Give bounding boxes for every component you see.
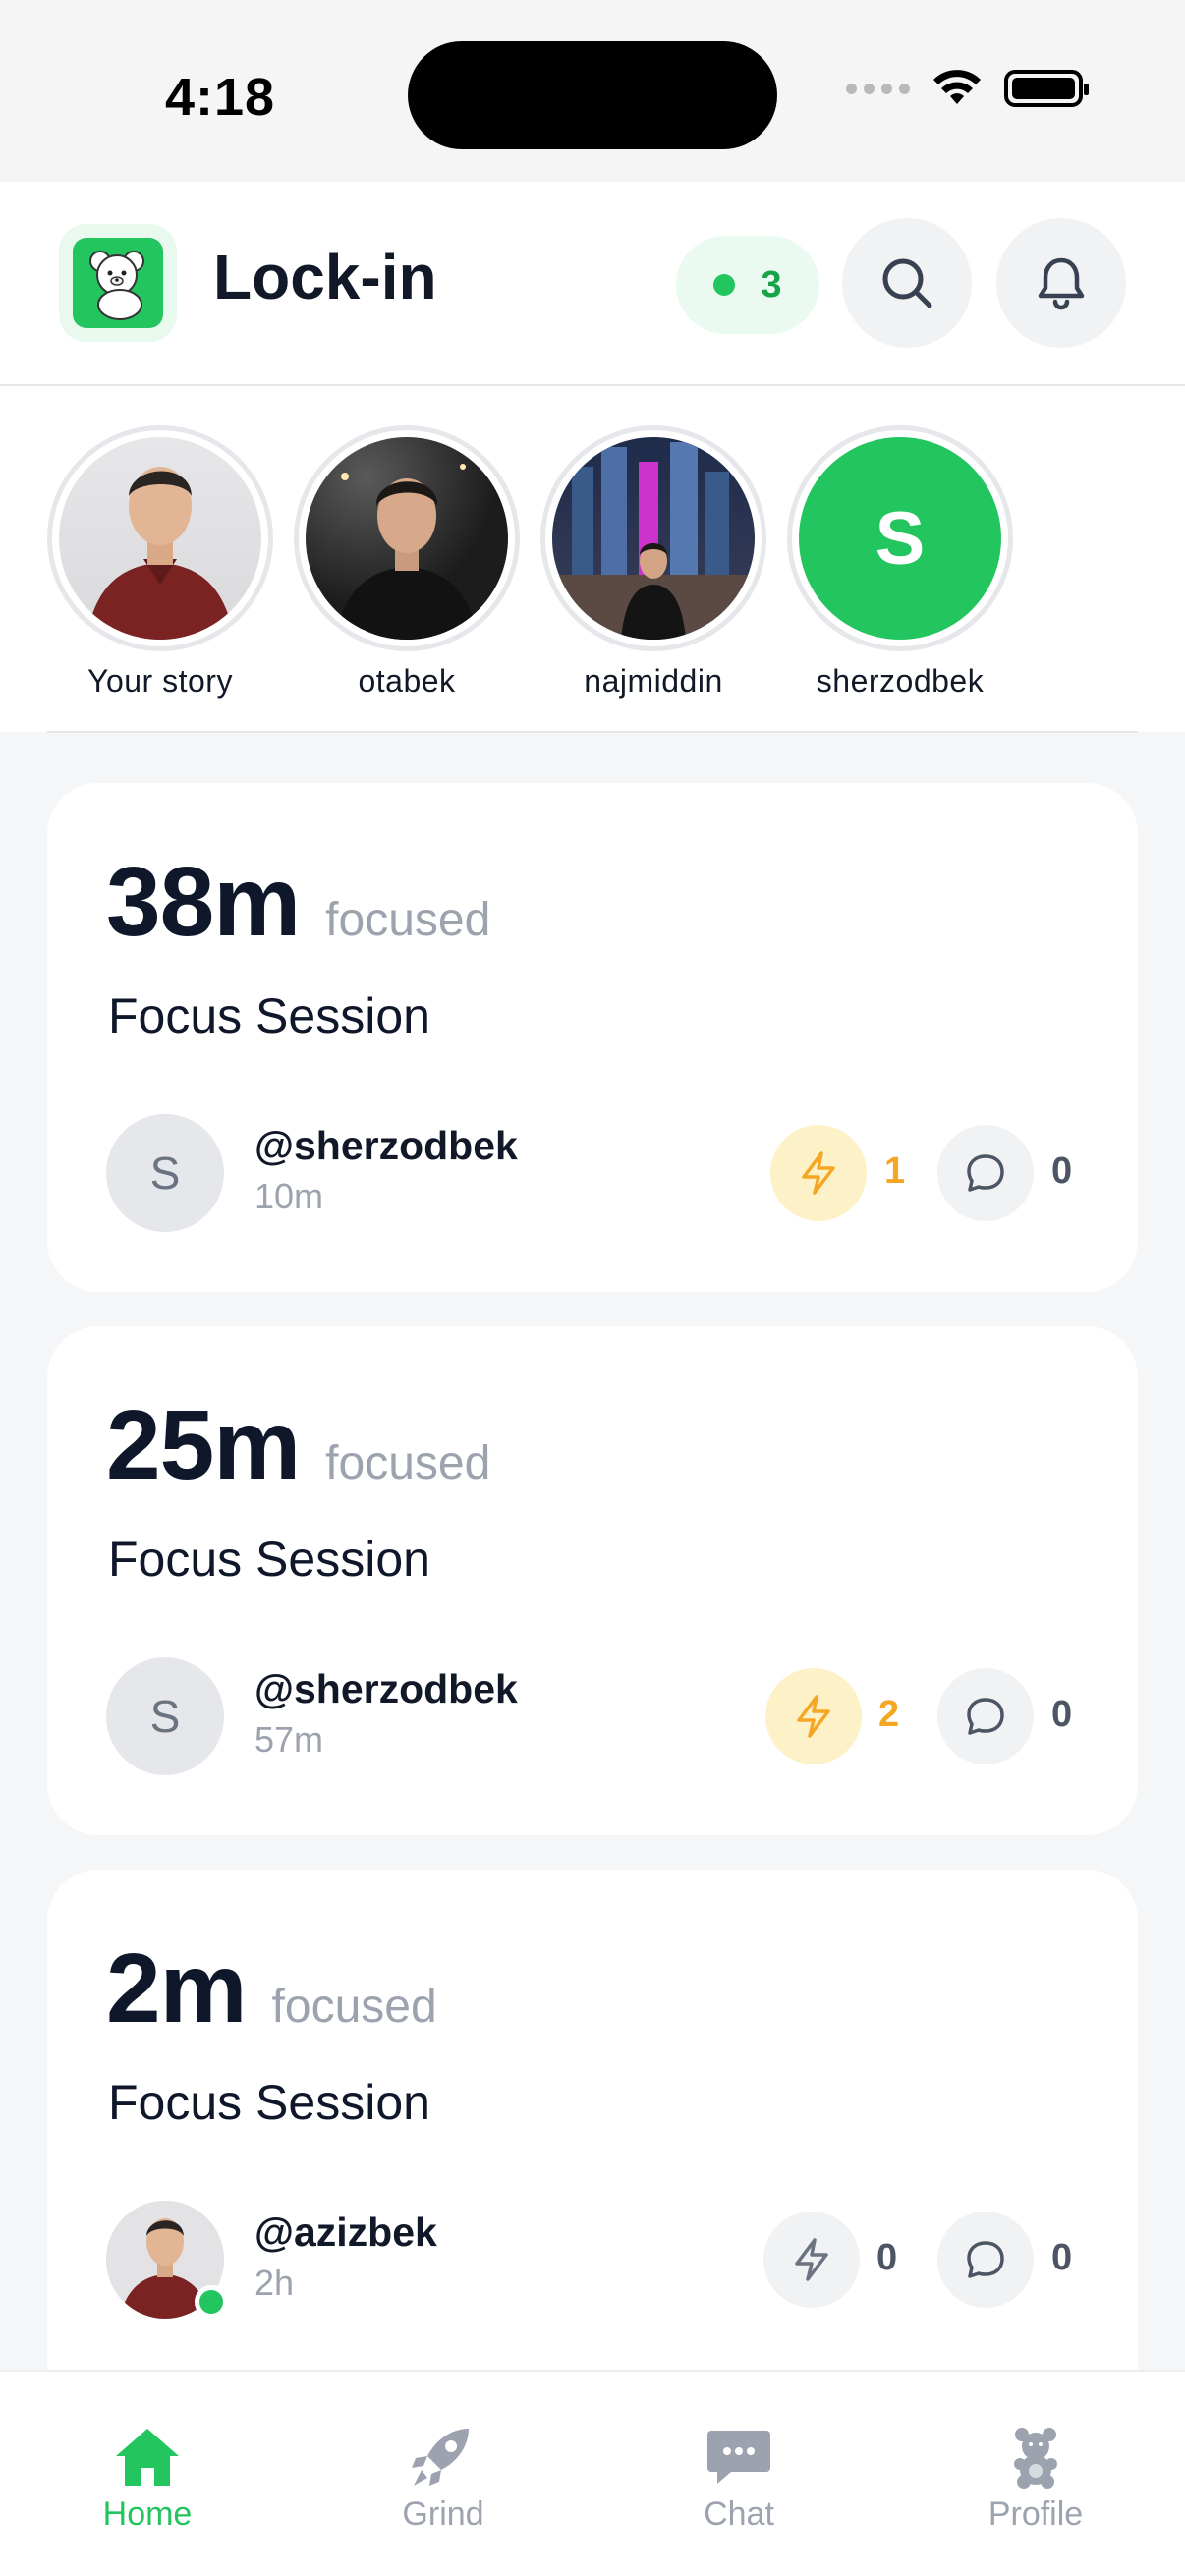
session-title: Focus Session [108, 2075, 430, 2130]
comment-count: 0 [1051, 2237, 1073, 2278]
chat-bubble-icon [707, 2431, 770, 2484]
user-handle[interactable]: @azizbek [254, 2210, 437, 2256]
comment-button[interactable] [937, 1668, 1034, 1764]
wifi-icon [933, 70, 981, 104]
story-name: otabek [358, 663, 456, 699]
bolt-count: 0 [876, 2237, 898, 2278]
bolt-count: 2 [878, 1694, 900, 1735]
feed-card[interactable]: 25m focused Focus Session S @sherzodbek … [47, 1326, 1138, 1835]
bolt-button[interactable] [770, 1125, 867, 1221]
focused-label: focused [325, 894, 491, 946]
dynamic-island [408, 41, 777, 149]
focused-label: focused [325, 1437, 491, 1489]
tab-bar: Home Grind Chat Profile [0, 2370, 1185, 2576]
tab-home[interactable]: Home [49, 2425, 246, 2534]
focus-duration: 38m [106, 847, 301, 957]
home-icon [116, 2429, 179, 2486]
search-icon [882, 258, 932, 308]
cellular-signal-icon [846, 83, 910, 94]
stories-row: Your story otabek najmiddin S sherzodbek [0, 386, 1185, 732]
tab-grind[interactable]: Grind [345, 2425, 541, 2534]
avatar: S [799, 437, 1001, 640]
online-dot-icon [713, 274, 736, 296]
avatar[interactable]: S [106, 1114, 224, 1232]
avatar[interactable]: S [106, 1657, 224, 1775]
notifications-button[interactable] [996, 218, 1126, 348]
bolt-count: 1 [884, 1150, 906, 1192]
focus-duration: 2m [106, 1933, 248, 2044]
avatar [552, 437, 755, 640]
battery-icon [1004, 70, 1089, 107]
feed-card[interactable]: 38m focused Focus Session S @sherzodbek … [47, 783, 1138, 1292]
user-handle[interactable]: @sherzodbek [254, 1666, 518, 1712]
tab-label: Profile [988, 2495, 1084, 2533]
tab-label: Chat [704, 2495, 774, 2533]
comment-icon [967, 1154, 1004, 1192]
lightning-icon [802, 1151, 835, 1195]
feed-card[interactable]: 2m focused Focus Session @azizbek 2h 0 0 [47, 1870, 1138, 2370]
session-title: Focus Session [108, 988, 430, 1043]
comment-count: 0 [1051, 1150, 1073, 1192]
comment-count: 0 [1051, 1694, 1073, 1735]
time-ago: 10m [254, 1176, 324, 1216]
app-logo [59, 224, 177, 342]
time-ago: 2h [254, 2263, 295, 2303]
avatar[interactable] [106, 2201, 228, 2319]
story-your-story[interactable]: Your story [47, 425, 273, 700]
online-status-dot [195, 2285, 228, 2319]
story-sherzodbek[interactable]: S sherzodbek [787, 425, 1013, 700]
rocket-icon [412, 2429, 469, 2486]
divider [47, 731, 1138, 733]
status-icons [846, 69, 1089, 108]
lightning-icon [795, 2238, 828, 2281]
search-button[interactable] [842, 218, 972, 348]
status-time: 4:18 [165, 68, 276, 127]
comment-icon [967, 2241, 1004, 2278]
story-ring [294, 425, 520, 651]
bolt-button[interactable] [765, 1668, 862, 1764]
teddy-bear-icon [1014, 2428, 1057, 2489]
tab-profile[interactable]: Profile [937, 2425, 1134, 2534]
teddy-bear-logo-icon [89, 251, 144, 320]
bell-icon [1038, 257, 1085, 310]
tab-label: Home [102, 2495, 193, 2533]
app-title: Lock-in [213, 242, 437, 312]
status-bar: 4:18 [0, 0, 1185, 182]
story-name: sherzodbek [816, 663, 985, 699]
app-header: Lock-in 3 [0, 182, 1185, 386]
tab-label: Grind [402, 2495, 484, 2533]
story-name: Your story [87, 663, 233, 699]
focus-duration: 25m [106, 1390, 301, 1500]
avatar [306, 437, 508, 640]
story-ring [540, 425, 766, 651]
story-ring: S [787, 425, 1013, 651]
avatar-initial: S [875, 496, 926, 581]
comment-icon [967, 1698, 1004, 1735]
avatar [59, 437, 261, 640]
comment-button[interactable] [937, 2212, 1034, 2308]
session-title: Focus Session [108, 1532, 430, 1587]
online-count: 3 [761, 263, 782, 306]
online-friends-badge[interactable]: 3 [676, 236, 819, 334]
time-ago: 57m [254, 1719, 324, 1760]
story-najmiddin[interactable]: najmiddin [540, 425, 766, 700]
focused-label: focused [271, 1981, 437, 2033]
story-otabek[interactable]: otabek [294, 425, 520, 700]
bolt-button[interactable] [763, 2212, 860, 2308]
story-ring [47, 425, 273, 651]
tab-chat[interactable]: Chat [641, 2425, 837, 2534]
lightning-icon [797, 1695, 830, 1738]
user-handle[interactable]: @sherzodbek [254, 1123, 518, 1169]
story-name: najmiddin [584, 663, 723, 699]
comment-button[interactable] [937, 1125, 1034, 1221]
